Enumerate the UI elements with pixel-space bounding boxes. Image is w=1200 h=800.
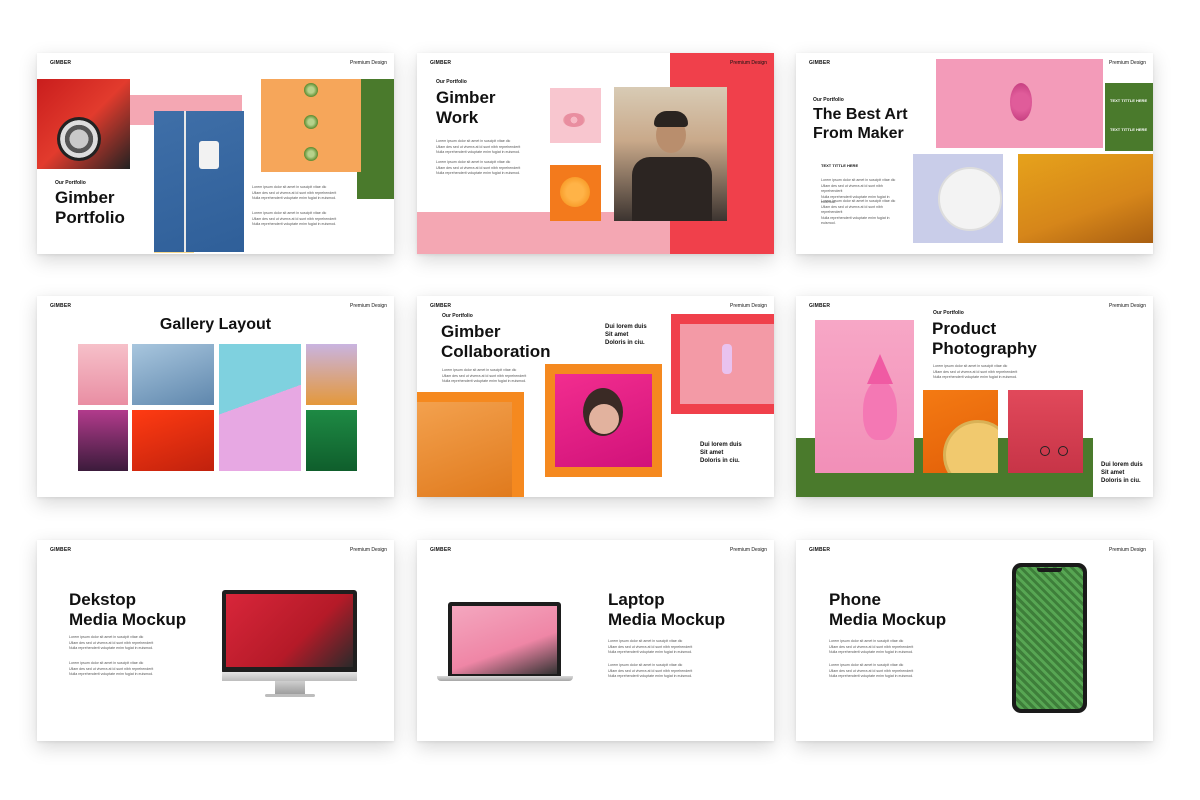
subtitle: Our Portfolio <box>813 97 844 103</box>
brand-label: GIMBER <box>50 60 72 66</box>
text-title: TEXT TITTLE HERE <box>821 163 859 168</box>
phone-mockup <box>1012 563 1087 713</box>
gallery-photo-1 <box>78 344 128 405</box>
body-text: Lorem ipsum dolor sit amet in suscipit v… <box>252 185 337 201</box>
body-text-2: Lorem ipsum dolor sit amet in suscipit v… <box>436 160 521 176</box>
premium-label: Premium Design <box>1109 547 1146 553</box>
slide-8[interactable]: GIMBER Premium Design Laptop Media Mocku… <box>417 540 774 741</box>
hand-photo <box>680 324 774 404</box>
body-text: Lorem ipsum dolor sit amet in suscipit v… <box>69 635 154 651</box>
slide-title: The Best Art From Maker <box>813 106 908 143</box>
brand-label: GIMBER <box>809 303 831 309</box>
slide-7[interactable]: GIMBER Premium Design Dekstop Media Mock… <box>37 540 394 741</box>
slide-5[interactable]: GIMBER Premium Design Our Portfolio Gimb… <box>417 296 774 497</box>
donut-photo <box>550 88 601 143</box>
subtitle: Our Portfolio <box>55 180 86 186</box>
slide-title: Product Photography <box>932 319 1037 359</box>
green-block <box>357 79 394 199</box>
slide-title: Laptop Media Mockup <box>608 590 726 630</box>
slide-title: Phone Media Mockup <box>829 590 947 630</box>
brand-label: GIMBER <box>430 60 452 66</box>
body-text: Lorem ipsum dolor sit amet in suscipit v… <box>829 639 914 655</box>
body-text-2: Lorem ipsum dolor sit amet in suscipit v… <box>252 211 337 227</box>
body-text: Lorem ipsum dolor sit amet in suscipit v… <box>608 639 693 655</box>
brand-label: GIMBER <box>50 303 72 309</box>
premium-label: Premium Design <box>730 547 767 553</box>
plate-photo <box>913 154 1003 243</box>
chair-photo <box>154 111 244 252</box>
gallery-photo-3 <box>219 344 301 471</box>
premium-label: Premium Design <box>730 303 767 309</box>
side-text-1: Dui lorem duis Sit amet Doloris in ciu. <box>605 324 647 346</box>
body-text-2: Lorem ipsum dolor sit amet in suscipit v… <box>829 663 914 679</box>
slide-title: Gimber Portfolio <box>55 188 125 228</box>
gallery-photo-4 <box>306 344 357 405</box>
slide-2[interactable]: GIMBER Premium Design Our Portfolio Gimb… <box>417 53 774 254</box>
slide-title: Gimber Collaboration <box>441 322 551 362</box>
monitor-base <box>265 694 315 697</box>
car-wheel-photo <box>37 79 130 169</box>
laptop-base <box>437 676 573 681</box>
orange-plate-photo <box>923 390 998 473</box>
gallery-photo-2 <box>132 344 214 405</box>
slide-title: Gimber Work <box>436 88 496 128</box>
gallery-photo-5 <box>78 410 128 471</box>
gallery-photo-7 <box>306 410 357 471</box>
slide-9[interactable]: GIMBER Premium Design Phone Media Mockup… <box>796 540 1153 741</box>
slide-6[interactable]: GIMBER Premium Design Our Portfolio Prod… <box>796 296 1153 497</box>
woman-photo <box>417 402 512 497</box>
monitor-mockup <box>222 590 357 674</box>
tag-2: TEXT TITTLE HERE <box>1110 127 1148 132</box>
sofa-photo <box>1018 154 1153 243</box>
premium-label: Premium Design <box>730 60 767 66</box>
premium-label: Premium Design <box>1109 303 1146 309</box>
subtitle: Our Portfolio <box>442 313 473 319</box>
body-text-2: Lorem ipsum dolor sit amet in suscipit v… <box>69 661 154 677</box>
side-text-2: Dui lorem duis Sit amet Doloris in ciu. <box>700 442 742 464</box>
brand-label: GIMBER <box>809 60 831 66</box>
tag-1: TEXT TITTLE HERE <box>1110 98 1148 103</box>
bicycle-photo <box>1008 390 1083 473</box>
slide-title: Dekstop Media Mockup <box>69 590 187 630</box>
grapes-photo <box>936 59 1103 148</box>
pineapple-photo <box>815 320 914 473</box>
subtitle: Our Portfolio <box>436 79 467 85</box>
brand-label: GIMBER <box>430 303 452 309</box>
body-text-2: Lorem ipsum dolor sit amet in suscipit v… <box>821 199 896 226</box>
laptop-mockup <box>448 602 561 676</box>
body-text-2: Lorem ipsum dolor sit amet in suscipit v… <box>608 663 693 679</box>
man-portrait-photo <box>614 87 727 221</box>
body-text: Lorem ipsum dolor sit amet in suscipit v… <box>933 364 1018 380</box>
brand-label: GIMBER <box>809 547 831 553</box>
green-tag-block <box>1105 83 1153 151</box>
brand-label: GIMBER <box>430 547 452 553</box>
monitor-chin <box>222 672 357 681</box>
premium-label: Premium Design <box>350 60 387 66</box>
monitor-stand <box>275 681 305 695</box>
premium-label: Premium Design <box>350 547 387 553</box>
brand-label: GIMBER <box>50 547 72 553</box>
sprout-photo <box>261 79 361 172</box>
side-text-1: Dui lorem duis Sit amet Doloris in ciu. <box>1101 462 1143 484</box>
slide-title: Gallery Layout <box>159 316 272 333</box>
slide-3[interactable]: GIMBER Premium Design TEXT TITTLE HERE T… <box>796 53 1153 254</box>
subtitle: Our Portfolio <box>933 310 964 316</box>
body-text: Lorem ipsum dolor sit amet in suscipit v… <box>442 368 527 384</box>
slide-1[interactable]: GIMBER Premium Design Our Portfolio Gimb… <box>37 53 394 254</box>
body-text: Lorem ipsum dolor sit amet in suscipit v… <box>436 139 521 155</box>
citrus-photo <box>550 165 601 221</box>
sunglasses-photo <box>555 374 652 467</box>
premium-label: Premium Design <box>1109 60 1146 66</box>
premium-label: Premium Design <box>350 303 387 309</box>
gallery-photo-6 <box>132 410 214 471</box>
slide-4[interactable]: GIMBER Premium Design Gallery Layout <box>37 296 394 497</box>
